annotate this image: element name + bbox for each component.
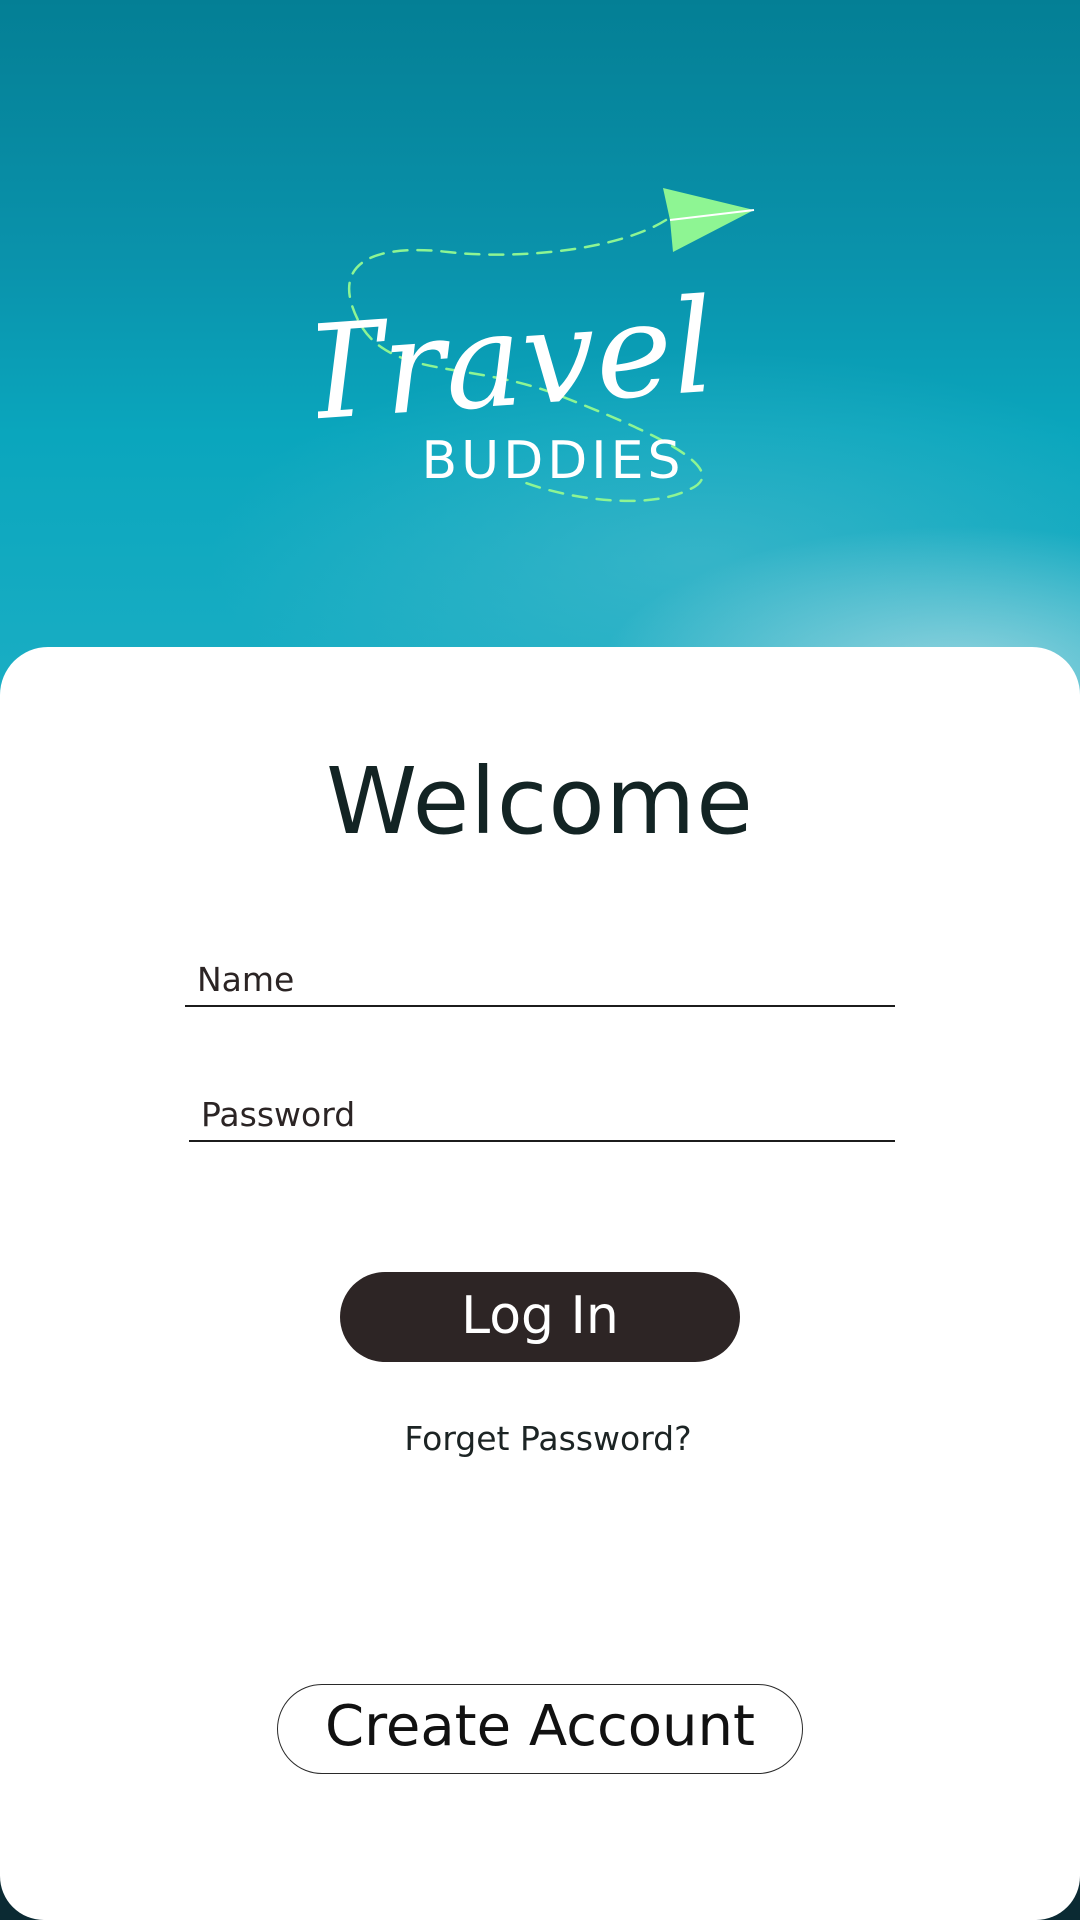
sky-background: Travel BUDDIES bbox=[0, 0, 1080, 700]
password-input[interactable] bbox=[189, 1080, 895, 1140]
welcome-title: Welcome bbox=[326, 748, 754, 855]
paper-plane-icon bbox=[663, 188, 755, 252]
travel-buddies-logo: Travel BUDDIES bbox=[318, 180, 758, 510]
logo-subtitle: BUDDIES bbox=[421, 431, 684, 491]
create-account-button[interactable]: Create Account bbox=[277, 1684, 803, 1774]
login-screen: Travel BUDDIES Welcome Log In Forget Pas… bbox=[0, 0, 1080, 1920]
login-button[interactable]: Log In bbox=[340, 1272, 740, 1362]
logo-title: Travel bbox=[318, 270, 719, 451]
name-field bbox=[185, 945, 895, 1007]
forget-password-link[interactable]: Forget Password? bbox=[0, 1418, 1080, 1460]
name-input[interactable] bbox=[185, 945, 895, 1005]
password-field bbox=[189, 1080, 895, 1142]
